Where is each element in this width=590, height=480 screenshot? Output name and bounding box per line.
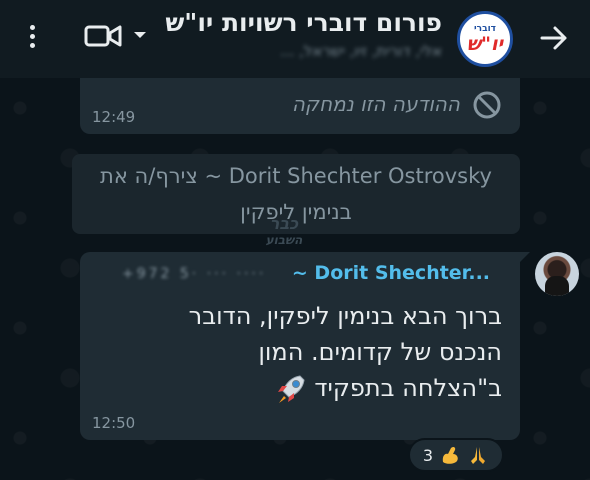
message-line2: הנכנס של קדומים. המון [258, 338, 502, 366]
group-avatar[interactable]: דוברי יו"ש [457, 11, 513, 67]
message-line1: ברוך הבא בנימין ליפקין, הדובר [188, 302, 502, 330]
message-time: 12:49 [92, 108, 136, 126]
deleted-message-bubble[interactable]: ההודעה הזו נמחקה 12:49 [80, 78, 520, 134]
deleted-ban-icon [473, 91, 501, 119]
system-notice-line1: Dorit Shechter Ostrovsky ~ צירף/ה את [100, 164, 492, 188]
more-options-icon[interactable] [22, 22, 42, 54]
avatar-logo-line2: יו"ש [466, 33, 504, 55]
chevron-down-icon[interactable] [132, 25, 148, 45]
flexed-biceps-emoji-icon [442, 446, 458, 464]
deleted-message-text: ההודעה הזו נמחקה [291, 92, 460, 116]
sender-avatar[interactable] [535, 252, 579, 296]
rocket-emoji-icon [278, 375, 305, 403]
incoming-message-bubble[interactable]: +972 5· ··· ···· ~ Dorit Shechter... ברו… [80, 252, 530, 440]
bubble-tail [518, 252, 530, 264]
message-time: 12:50 [92, 414, 136, 432]
back-arrow-icon[interactable] [538, 22, 570, 54]
group-title[interactable]: פורום דוברי רשויות יו"ש [165, 8, 442, 37]
message-line3-wrap: ב"הצלחה בתפקיד [92, 370, 502, 406]
reactions-pill[interactable]: 3 [408, 438, 504, 472]
watermark-line1: כבר [269, 214, 299, 233]
video-camera-icon[interactable] [84, 20, 124, 52]
folded-hands-emoji-icon [471, 447, 486, 464]
watermark-logo: כבר השבוע [262, 216, 306, 248]
sender-name[interactable]: ~ Dorit Shechter... [292, 262, 490, 284]
group-members-subtitle[interactable]: ‏אלי, דורית, זיו, ישראל, ... [280, 42, 442, 60]
message-line3: ב"הצלחה בתפקיד [314, 374, 502, 402]
chat-header: פורום דוברי רשויות יו"ש ‏אלי, דורית, זיו… [0, 0, 590, 78]
message-text: ברוך הבא בנימין ליפקין, הדובר הנכנס של ק… [92, 298, 502, 406]
watermark-line2: השבוע [265, 233, 303, 247]
sender-phone-number[interactable]: +972 5· ··· ···· [122, 266, 266, 282]
reactions-count: 3 [422, 445, 434, 465]
